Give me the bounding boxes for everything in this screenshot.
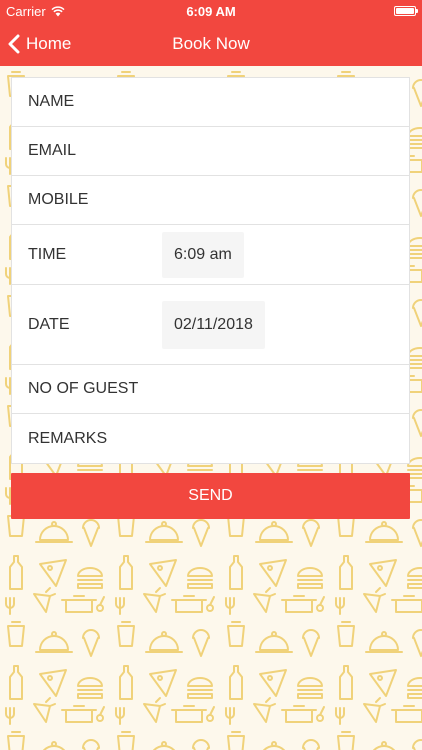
email-field[interactable] [12,127,409,175]
navigation-bar: Home Book Now [0,22,422,66]
guests-row [12,365,409,414]
time-picker[interactable]: 6:09 am [162,231,244,278]
status-left: Carrier [6,4,65,19]
remarks-row [12,414,409,463]
chevron-left-icon [8,34,20,54]
date-label: DATE [28,315,70,333]
carrier-label: Carrier [6,3,46,19]
back-button-label: Home [26,34,72,53]
remarks-field[interactable] [12,414,409,463]
back-button[interactable]: Home [8,22,71,66]
email-row [12,127,409,176]
mobile-field[interactable] [12,176,409,224]
date-picker[interactable]: 02/11/2018 [162,300,265,349]
send-button[interactable]: SEND [11,473,410,519]
wifi-icon [51,5,65,16]
date-row: DATE 02/11/2018 [12,285,409,365]
guests-field[interactable] [12,365,409,413]
time-row: TIME 6:09 am [12,225,409,285]
time-label: TIME [28,245,67,263]
name-field[interactable] [12,78,409,126]
name-row [12,78,409,127]
mobile-row [12,176,409,225]
battery-icon [394,6,418,16]
booking-form: TIME 6:09 am DATE 02/11/2018 [11,77,410,464]
status-bar: Carrier 6:09 AM [0,0,422,22]
